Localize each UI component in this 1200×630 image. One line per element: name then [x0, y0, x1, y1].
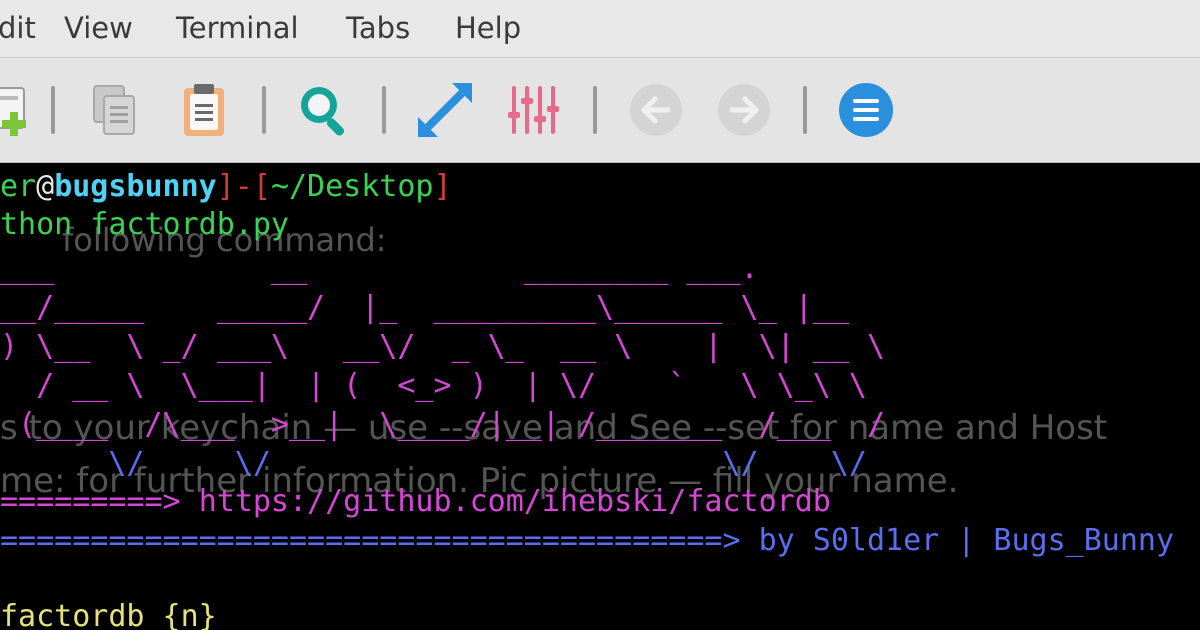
link-line: =========> https://github.com/ihebski/fa… — [0, 484, 831, 520]
menu-edit[interactable]: dit — [0, 10, 36, 46]
new-tab-icon — [0, 87, 26, 136]
toolbar-separator — [382, 86, 386, 134]
search-icon — [301, 87, 345, 136]
prompt-path: ~/Desktop — [270, 169, 434, 204]
fullscreen-button[interactable] — [413, 78, 477, 142]
forward-button[interactable] — [712, 78, 776, 142]
toolbar — [0, 58, 1200, 163]
preferences-icon — [508, 86, 559, 134]
terminal-area[interactable]: following command: s to your keychain — … — [0, 163, 1200, 630]
banner-line: \/ \/ \/ \/ — [0, 446, 867, 481]
credit-arrow: ========================================… — [0, 523, 759, 558]
menu-terminal[interactable]: Terminal — [176, 10, 299, 46]
back-button[interactable] — [624, 78, 688, 142]
usage-line: factordb {n} — [0, 599, 217, 630]
fullscreen-icon — [418, 83, 472, 137]
menu-help[interactable]: Help — [455, 10, 521, 46]
prompt-user: er — [0, 169, 37, 204]
paste-button[interactable] — [172, 78, 236, 142]
banner-line: ___ __ ________ ___. — [0, 251, 759, 286]
forward-icon — [718, 84, 770, 136]
copy-icon — [93, 85, 135, 135]
new-tab-button[interactable] — [0, 78, 42, 142]
banner-line: __/_____ _____/ |_ _________\______ \_ |… — [0, 290, 849, 325]
banner-line: (____ /\___ >__| \____/|__| /_______ /__… — [0, 407, 886, 442]
back-icon — [630, 84, 682, 136]
credit-line: ========================================… — [0, 523, 1174, 559]
preferences-button[interactable] — [502, 78, 566, 142]
paste-icon — [184, 84, 224, 136]
menu-button[interactable] — [834, 78, 898, 142]
prompt-close: ] — [433, 169, 452, 204]
link-arrow: =========> — [0, 484, 199, 519]
github-link[interactable]: https://github.com/ihebski/factordb — [199, 484, 831, 519]
search-button[interactable] — [292, 78, 356, 142]
menu-icon — [839, 83, 893, 137]
banner-line: / __ \ \___| | ( <_> ) | \/ ` \ \_\ \ — [0, 368, 867, 403]
prompt-at: @ — [36, 169, 55, 204]
toolbar-separator — [51, 86, 55, 134]
command-line: thon factordb.py — [0, 207, 289, 242]
credit-text: by S0ld1er | Bugs_Bunny — [758, 523, 1175, 558]
toolbar-separator — [262, 86, 266, 134]
prompt-host: bugsbunny — [54, 169, 217, 204]
banner-line: ) \__ \ _/ ___\ __\/ _ \_ __ \ | \| __ \ — [0, 329, 886, 364]
copy-button[interactable] — [82, 78, 146, 142]
prompt-separator: ]-[ — [216, 169, 271, 204]
prompt-line: er@bugsbunny]-[~/Desktop] — [0, 169, 452, 205]
menu-view[interactable]: View — [64, 10, 133, 46]
menu-bar: dit View Terminal Tabs Help — [0, 0, 1200, 58]
toolbar-separator — [803, 86, 807, 134]
toolbar-separator — [593, 86, 597, 134]
menu-tabs[interactable]: Tabs — [346, 10, 410, 46]
